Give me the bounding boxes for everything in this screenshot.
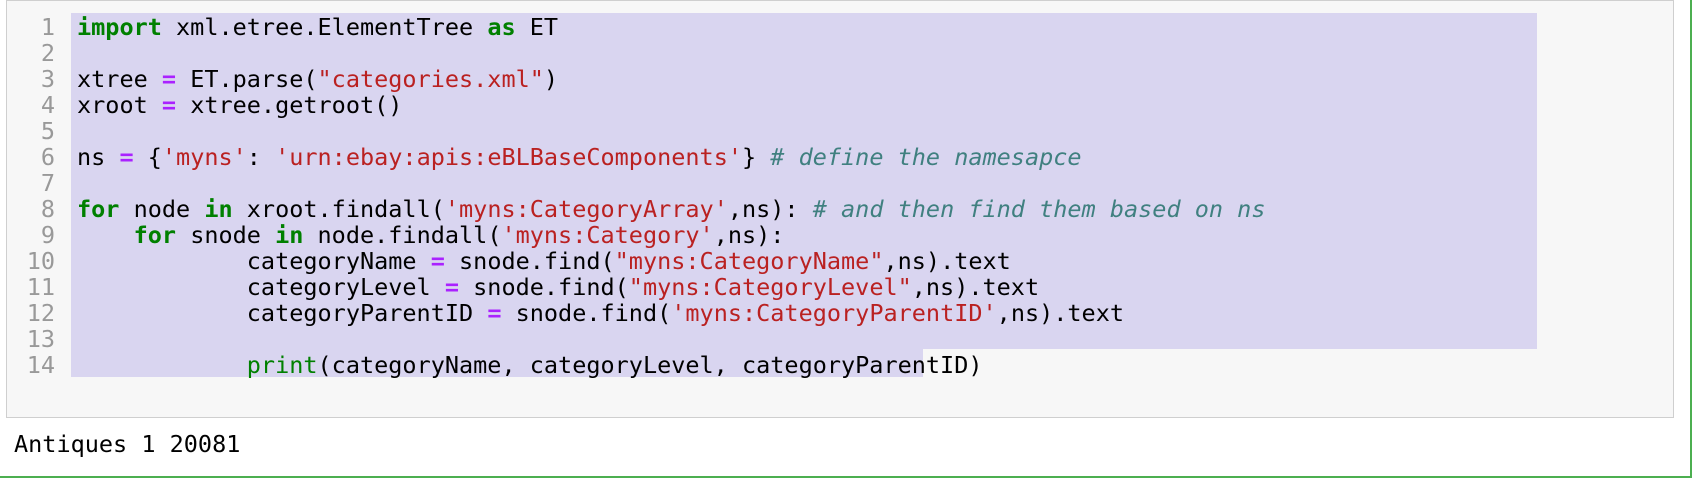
code-line-12[interactable]: categoryParentID = snode.find('myns:Cate…: [77, 299, 1124, 327]
code-text: xroot.findall(: [232, 195, 445, 223]
line-number: 3: [40, 65, 55, 93]
code-text: ET.parse(: [176, 65, 318, 93]
code-text: ns: [77, 143, 120, 171]
code-text: node: [119, 195, 205, 223]
string: "myns:CategoryLevel": [628, 273, 912, 301]
code-line-3[interactable]: xtree = ET.parse("categories.xml"): [77, 65, 558, 93]
code-line-10[interactable]: categoryName = snode.find("myns:Category…: [77, 247, 1011, 275]
code-text: }: [741, 143, 771, 171]
code-text: categoryLevel: [246, 273, 445, 301]
line-number: 11: [26, 273, 55, 301]
code-text: xtree.getroot(): [176, 91, 403, 119]
comment: # and then find them based on ns: [812, 195, 1266, 223]
operator: =: [444, 273, 460, 301]
string: 'myns': [161, 143, 247, 171]
code-line-6[interactable]: ns = {'myns': 'urn:ebay:apis:eBLBaseComp…: [77, 143, 1082, 171]
code-text: snode: [176, 221, 276, 249]
line-number-gutter: 1 2 3 4 5 6 7 8 9 10 11 12 13 14: [7, 1, 71, 417]
notebook-cell[interactable]: 1 2 3 4 5 6 7 8 9 10 11 12 13 14 import …: [0, 0, 1692, 478]
code-text: ,ns).text: [996, 299, 1125, 327]
line-number: 14: [26, 351, 55, 379]
line-number: 4: [40, 91, 55, 119]
code-text: node.findall(: [303, 221, 502, 249]
line-number: 8: [40, 195, 55, 223]
operator: =: [161, 91, 177, 119]
string: 'myns:Category': [501, 221, 714, 249]
code-text: ,ns).text: [883, 247, 1011, 275]
code-line-1[interactable]: import xml.etree.ElementTree as ET: [77, 13, 558, 41]
string: 'myns:CategoryArray': [444, 195, 728, 223]
keyword: in: [204, 195, 233, 223]
code-text: xml.etree.ElementTree: [161, 13, 488, 41]
string: "myns:CategoryName": [614, 247, 884, 275]
code-text: ET: [515, 13, 559, 41]
code-editor[interactable]: 1 2 3 4 5 6 7 8 9 10 11 12 13 14 import …: [6, 0, 1674, 418]
line-number: 9: [40, 221, 55, 249]
line-number: 1: [40, 13, 55, 41]
code-line-4[interactable]: xroot = xtree.getroot(): [77, 91, 402, 119]
code-text: ,ns):: [713, 221, 785, 249]
code-line-9[interactable]: for snode in node.findall('myns:Category…: [77, 221, 785, 249]
code-text: xroot: [77, 91, 162, 119]
code-text: :: [246, 143, 276, 171]
line-number: 7: [40, 169, 55, 197]
cell-output: Antiques 1 20081: [14, 430, 241, 458]
code-line-8[interactable]: for node in xroot.findall('myns:Category…: [77, 195, 1265, 223]
code-line-11[interactable]: categoryLevel = snode.find("myns:Categor…: [77, 273, 1039, 301]
code-text: {: [133, 143, 162, 171]
line-number: 10: [26, 247, 55, 275]
operator: =: [487, 299, 502, 327]
code-text: categoryParentID: [246, 299, 488, 327]
code-text: (categoryName, categoryLevel, categoryPa…: [317, 351, 983, 379]
comment: # define the namesapce: [770, 143, 1082, 171]
operator: =: [430, 247, 445, 275]
line-number: 12: [26, 299, 55, 327]
code-text: categoryName: [246, 247, 431, 275]
keyword: in: [275, 221, 304, 249]
keyword: for: [133, 221, 177, 249]
builtin: print: [246, 351, 318, 379]
code-text: ,ns):: [727, 195, 813, 223]
line-number: 13: [26, 325, 55, 353]
operator: =: [119, 143, 134, 171]
keyword: import: [77, 13, 162, 41]
code-text: snode.find(: [501, 299, 672, 327]
string: "categories.xml": [317, 65, 544, 93]
line-number: 6: [40, 143, 55, 171]
string: 'myns:CategoryParentID': [671, 299, 997, 327]
code-text: xtree: [77, 65, 162, 93]
code-text: ): [543, 65, 559, 93]
keyword: for: [77, 195, 120, 223]
line-number: 5: [40, 117, 55, 145]
code-text: snode.find(: [459, 273, 629, 301]
code-line-14[interactable]: print(categoryName, categoryLevel, categ…: [77, 351, 983, 379]
string: 'urn:ebay:apis:eBLBaseComponents': [275, 143, 742, 171]
operator: =: [161, 65, 177, 93]
keyword: as: [487, 13, 516, 41]
code-text: ,ns).text: [911, 273, 1040, 301]
code-text: snode.find(: [444, 247, 615, 275]
line-number: 2: [40, 39, 55, 67]
